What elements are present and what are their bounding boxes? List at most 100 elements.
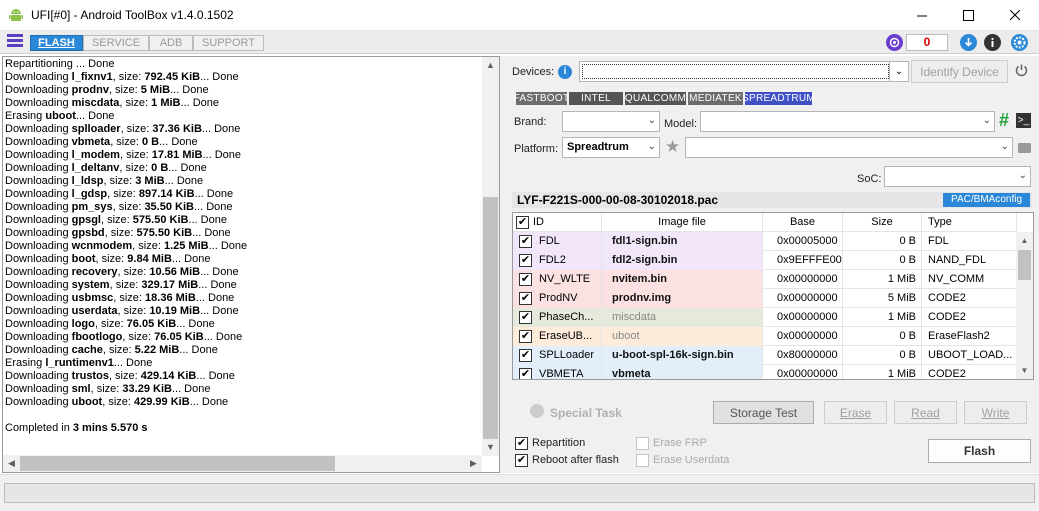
image-file-cell[interactable]: fdl1-sign.bin <box>602 232 763 251</box>
image-file-cell[interactable]: vbmeta <box>602 365 763 379</box>
model-select[interactable]: ⌄ <box>700 111 995 132</box>
type-cell: NAND_FDL <box>922 251 1017 270</box>
write-button[interactable]: Write <box>964 401 1027 424</box>
minimize-button[interactable] <box>899 0 945 30</box>
partition-id: EraseUB... <box>539 330 593 342</box>
size-cell: 5 MiB <box>843 289 922 308</box>
identify-device-button[interactable]: Identify Device <box>911 60 1008 83</box>
erase-button[interactable]: Erase <box>824 401 887 424</box>
devices-info-icon[interactable]: i <box>558 65 572 79</box>
storage-test-button[interactable]: Storage Test <box>713 401 814 424</box>
select-all-checkbox[interactable]: ✔ <box>516 216 529 229</box>
scroll-down-icon[interactable]: ▼ <box>482 439 499 456</box>
log-line: Downloading fbootlogo, size: 76.05 KiB..… <box>5 331 243 343</box>
close-button[interactable] <box>992 0 1038 30</box>
col-type[interactable]: Type <box>922 213 1017 232</box>
tab-mediatek[interactable]: MEDIATEK <box>688 92 743 105</box>
star-icon[interactable]: ★ <box>665 137 680 157</box>
table-row[interactable]: ✔ SPLLoader u-boot-spl-16k-sign.bin 0x80… <box>513 346 1017 365</box>
row-checkbox[interactable]: ✔ <box>519 330 532 343</box>
log-line: Downloading sml, size: 33.29 KiB... Done <box>5 383 211 395</box>
scroll-thumb[interactable] <box>483 197 498 439</box>
image-file-cell[interactable]: fdl2-sign.bin <box>602 251 763 270</box>
row-checkbox[interactable]: ✔ <box>519 368 532 379</box>
tab-flash[interactable]: FLASH <box>30 35 83 51</box>
table-vertical-scrollbar[interactable]: ▲ ▼ <box>1016 232 1033 379</box>
hamburger-menu-icon[interactable] <box>7 34 23 50</box>
flash-button[interactable]: Flash <box>928 439 1031 463</box>
tab-spreadtrum[interactable]: SPREADTRUM <box>742 92 815 105</box>
network-icon[interactable] <box>886 34 903 51</box>
row-checkbox[interactable]: ✔ <box>519 292 532 305</box>
partition-table[interactable]: ✔ ID Image file Base Size Type ✔ FDL fdl… <box>512 212 1034 380</box>
image-file-cell[interactable]: miscdata <box>602 308 763 327</box>
erase-frp-checkbox[interactable] <box>636 437 649 450</box>
scroll-thumb[interactable] <box>20 456 335 471</box>
model-label: Model: <box>664 118 698 130</box>
tab-fastboot[interactable]: FASTBOOT <box>514 92 569 105</box>
tab-qualcomm[interactable]: QUALCOMM <box>625 92 686 105</box>
pac-file-name: LYF-F221S-000-00-08-30102018.pac <box>517 193 719 207</box>
tab-intel[interactable]: INTEL <box>569 92 623 105</box>
log-line: Downloading l_gdsp, size: 897.14 KiB... … <box>5 188 234 200</box>
col-size[interactable]: Size <box>843 213 922 232</box>
table-row[interactable]: ✔ VBMETA vbmeta 0x00000000 1 MiB CODE2 <box>513 365 1017 379</box>
hash-icon[interactable]: # <box>999 110 1009 131</box>
table-row[interactable]: ✔ PhaseCh... miscdata 0x00000000 1 MiB C… <box>513 308 1017 327</box>
folder-icon[interactable] <box>1018 143 1031 153</box>
download-icon[interactable] <box>960 34 977 51</box>
log-panel[interactable]: Repartitioning ... Done Downloading l_fix… <box>2 56 500 473</box>
read-button[interactable]: Read <box>894 401 957 424</box>
scroll-left-icon[interactable]: ◀ <box>3 455 20 472</box>
pac-config-button[interactable]: PAC/BMAconfig <box>943 193 1030 207</box>
scroll-up-icon[interactable]: ▲ <box>482 57 499 74</box>
brand-select[interactable]: ⌄ <box>562 111 660 132</box>
table-row[interactable]: ✔ ProdNV prodnv.img 0x00000000 5 MiB COD… <box>513 289 1017 308</box>
platform-select[interactable]: Spreadtrum ⌄ <box>562 137 660 158</box>
row-checkbox[interactable]: ✔ <box>519 311 532 324</box>
scroll-up-icon[interactable]: ▲ <box>1016 232 1033 249</box>
table-row[interactable]: ✔ EraseUB... uboot 0x00000000 0 B EraseF… <box>513 327 1017 346</box>
power-icon[interactable] <box>1014 63 1029 81</box>
tab-support[interactable]: SUPPORT <box>193 35 264 51</box>
col-id[interactable]: ✔ ID <box>513 213 602 232</box>
terminal-icon[interactable]: >_ <box>1016 113 1031 128</box>
partition-id: FDL2 <box>539 254 566 266</box>
log-horizontal-scrollbar[interactable]: ◀ ▶ <box>3 455 482 472</box>
maximize-button[interactable] <box>945 0 991 30</box>
size-cell: 1 MiB <box>843 308 922 327</box>
table-row[interactable]: ✔ FDL fdl1-sign.bin 0x00005000 0 B FDL <box>513 232 1017 251</box>
devices-label: Devices: <box>512 66 555 78</box>
firmware-select[interactable]: ⌄ <box>685 137 1013 158</box>
devices-select[interactable]: ⌄ <box>579 61 909 82</box>
log-line: Downloading recovery, size: 10.56 MiB...… <box>5 266 239 278</box>
tab-adb[interactable]: ADB <box>149 35 193 51</box>
scroll-right-icon[interactable]: ▶ <box>465 455 482 472</box>
log-vertical-scrollbar[interactable]: ▲ ▼ <box>482 57 499 456</box>
panel-splitter[interactable] <box>500 56 508 473</box>
row-checkbox[interactable]: ✔ <box>519 235 532 248</box>
reboot-after-flash-checkbox[interactable]: ✔ <box>515 454 528 467</box>
row-checkbox[interactable]: ✔ <box>519 254 532 267</box>
erase-userdata-checkbox[interactable] <box>636 454 649 467</box>
row-checkbox[interactable]: ✔ <box>519 273 532 286</box>
gear-icon[interactable] <box>1011 34 1028 51</box>
repartition-checkbox[interactable]: ✔ <box>515 437 528 450</box>
image-file-cell[interactable]: prodnv.img <box>602 289 763 308</box>
scroll-down-icon[interactable]: ▼ <box>1016 362 1033 379</box>
image-file-cell[interactable]: uboot <box>602 327 763 346</box>
info-icon[interactable] <box>984 34 1001 51</box>
col-image-file[interactable]: Image file <box>602 213 763 232</box>
image-file-cell[interactable]: nvitem.bin <box>602 270 763 289</box>
scroll-thumb[interactable] <box>1018 250 1031 280</box>
special-task-button[interactable]: Special Task <box>550 406 622 420</box>
type-cell: UBOOT_LOAD... <box>922 346 1017 365</box>
tab-service[interactable]: SERVICE <box>83 35 149 51</box>
table-row[interactable]: ✔ NV_WLTE nvitem.bin 0x00000000 1 MiB NV… <box>513 270 1017 289</box>
image-file-cell[interactable]: u-boot-spl-16k-sign.bin <box>602 346 763 365</box>
soc-select[interactable]: ⌄ <box>884 166 1031 187</box>
table-row[interactable]: ✔ FDL2 fdl2-sign.bin 0x9EFFFE00 0 B NAND… <box>513 251 1017 270</box>
brand-label: Brand: <box>514 116 547 128</box>
col-base[interactable]: Base <box>763 213 843 232</box>
row-checkbox[interactable]: ✔ <box>519 349 532 362</box>
